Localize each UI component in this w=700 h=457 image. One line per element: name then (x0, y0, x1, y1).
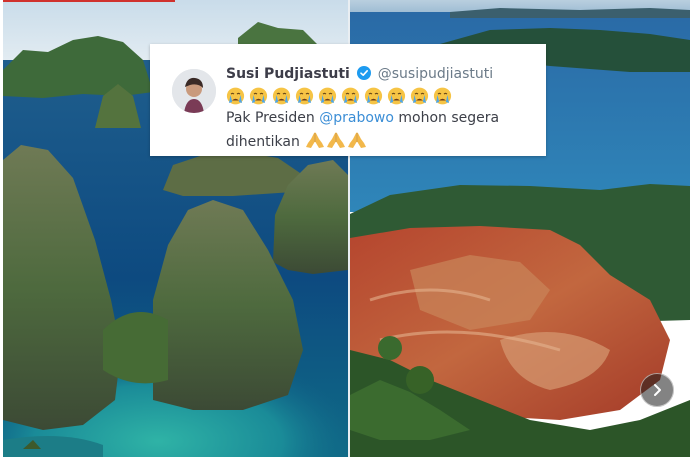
carousel-next-button[interactable] (640, 373, 674, 407)
tweet-text-line-2: dihentikan (226, 131, 367, 150)
folded-hands-emoji (347, 131, 367, 149)
author-name[interactable]: Susi Pudjiastuti (226, 66, 350, 82)
folded-hands-emoji (305, 131, 325, 149)
tweet-text-segment: mohon segera (393, 110, 500, 126)
crying-face-emoji (226, 87, 245, 105)
crying-face-emoji (249, 87, 268, 105)
avatar (172, 69, 216, 113)
accent-bar (3, 0, 175, 2)
crying-face-emoji (295, 87, 314, 105)
tweet-text-line-1: Pak Presiden @prabowo mohon segera (226, 110, 499, 126)
author-row: Susi Pudjiastuti @susipudjiastuti (226, 66, 493, 82)
tweet-text-segment: Pak Presiden (226, 110, 320, 126)
crying-face-emoji (433, 87, 452, 105)
author-handle[interactable]: @susipudjiastuti (378, 66, 493, 82)
crying-face-emoji (387, 87, 406, 105)
folded-hands-emoji (326, 131, 346, 149)
crying-face-emoji (272, 87, 291, 105)
crying-face-emoji (341, 87, 360, 105)
verified-badge-icon (357, 66, 372, 80)
folded-hands-emoji-group (304, 131, 367, 150)
emoji-row (226, 87, 456, 105)
tweet-text-segment: dihentikan (226, 134, 300, 150)
crying-face-emoji (410, 87, 429, 105)
tweet-screenshot-card: Susi Pudjiastuti @susipudjiastuti Pak Pr… (150, 44, 546, 156)
crying-face-emoji (318, 87, 337, 105)
chevron-right-icon (654, 384, 661, 396)
mention-link[interactable]: @prabowo (319, 110, 394, 126)
crying-face-emoji (364, 87, 383, 105)
